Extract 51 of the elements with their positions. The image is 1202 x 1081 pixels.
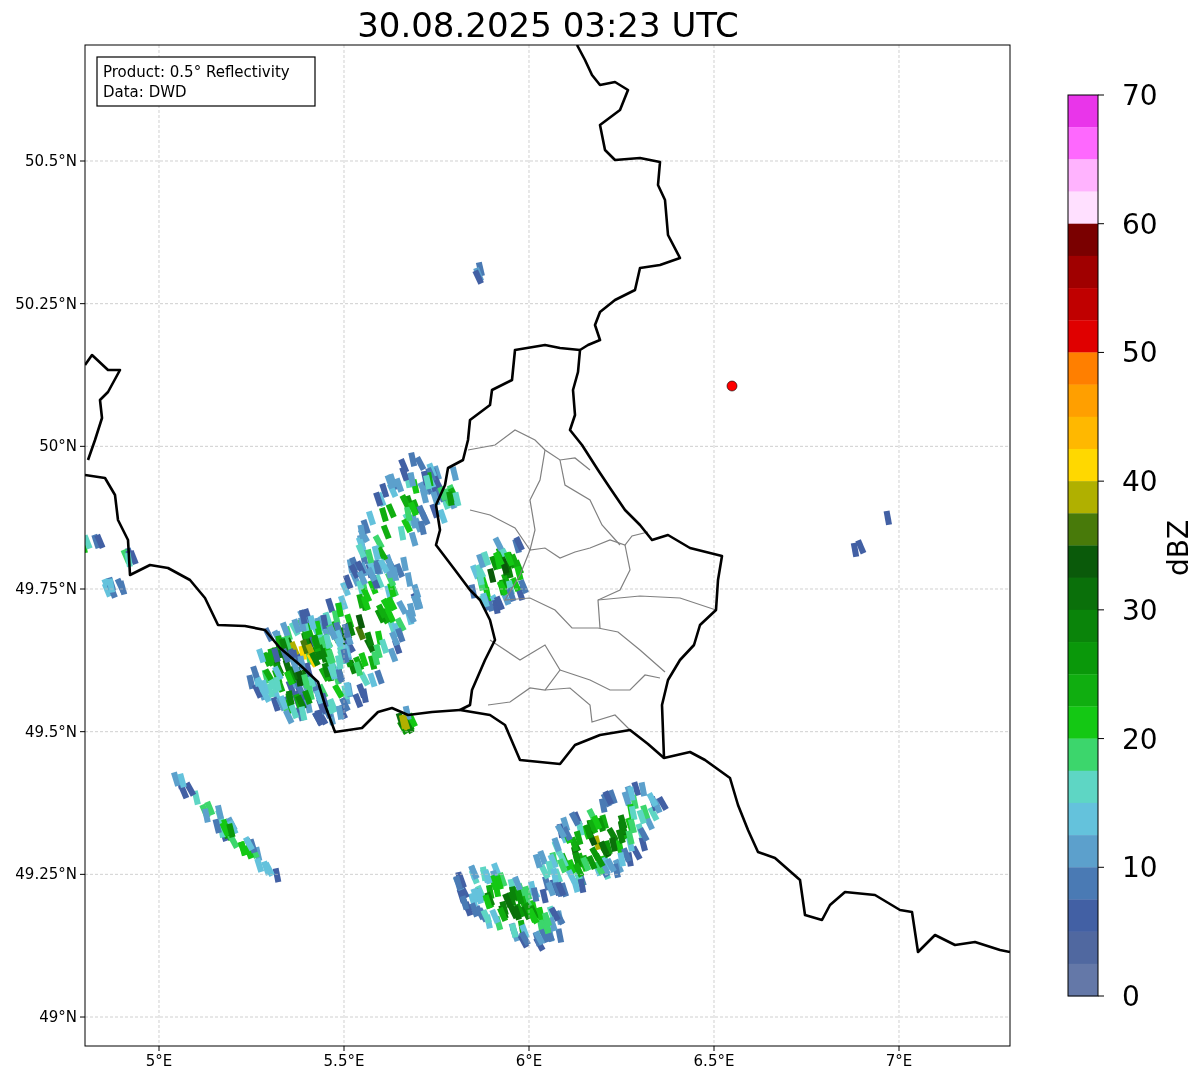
info-text: Data: DWD <box>103 83 187 101</box>
colorbar-tick-label: 40 <box>1122 465 1158 499</box>
axis-tick-label: 6.5°E <box>693 1052 735 1070</box>
axis-tick-label: 49.75°N <box>15 580 77 598</box>
axis-tick-label: 50.25°N <box>15 294 77 313</box>
plot-title: 30.08.2025 03:23 UTC <box>357 5 739 45</box>
tick-mark <box>79 160 86 162</box>
info-text: Product: 0.5° Reflectivity <box>103 63 290 81</box>
tick-mark <box>1097 995 1105 997</box>
colorbar-tick-label: 70 <box>1122 79 1158 112</box>
axis-tick-label: 6°E <box>515 1052 543 1070</box>
colorbar-tick-label: 30 <box>1122 593 1158 627</box>
tick-mark <box>1097 223 1105 225</box>
colorbar-label: dBZ <box>1162 519 1195 577</box>
tick-mark <box>1097 738 1105 740</box>
radar-echo-drawing <box>85 533 106 554</box>
tick-mark <box>1097 480 1105 482</box>
radar-echo-drawing <box>883 510 892 526</box>
tick-mark <box>1097 351 1105 353</box>
tick-mark <box>713 1045 715 1052</box>
tick-mark <box>1097 94 1105 96</box>
radar-site-marker <box>726 380 738 392</box>
axis-tick-label: 50.5°N <box>24 152 77 170</box>
tick-mark <box>79 303 86 305</box>
axis-tick-label: 5.5°E <box>323 1052 365 1070</box>
tick-mark <box>79 873 86 875</box>
tick-mark <box>1097 866 1105 868</box>
tick-mark <box>158 1045 160 1052</box>
tick-mark <box>79 1016 86 1018</box>
tick-mark <box>79 588 86 590</box>
axis-tick-label: 49.25°N <box>15 865 77 884</box>
tick-mark <box>898 1045 900 1052</box>
axis-tick-label: 5°E <box>145 1052 173 1070</box>
radar-echo-drawing <box>120 547 139 568</box>
axis-tick-label: 7°E <box>885 1052 913 1070</box>
axis-tick-label: 49.5°N <box>24 722 77 741</box>
tick-mark <box>343 1045 345 1052</box>
colorbar-tick-label: 10 <box>1122 851 1158 885</box>
tick-mark <box>1097 609 1105 611</box>
colorbar-tick-label: 60 <box>1122 207 1158 241</box>
colorbar-tick-label: 50 <box>1122 336 1158 370</box>
tick-mark <box>528 1045 530 1052</box>
axis-tick-label: 49°N <box>39 1008 77 1026</box>
radar-echo-drawing <box>850 539 867 558</box>
tick-mark <box>79 445 86 447</box>
colorbar-tick-label: 0 <box>1122 980 1140 1013</box>
radar-echo-drawing <box>101 576 128 599</box>
axis-tick-label: 50°N <box>39 437 77 456</box>
colorbar-tick-label: 20 <box>1122 722 1158 756</box>
tick-mark <box>79 731 86 733</box>
radar-echo-drawing <box>472 261 485 285</box>
